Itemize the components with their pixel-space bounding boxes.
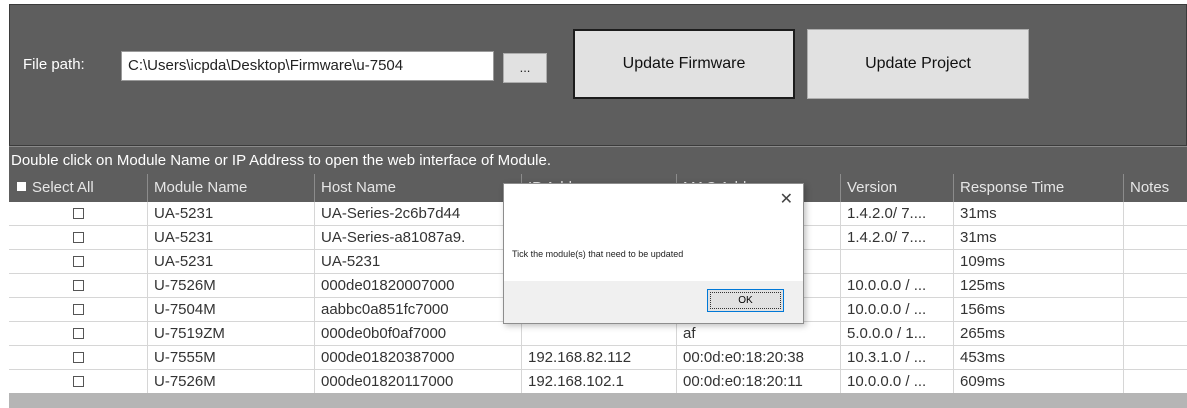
cell-module-name[interactable]: UA-5231 bbox=[147, 202, 314, 226]
cell-select bbox=[9, 274, 147, 298]
cell-ip-address[interactable]: 192.168.82.112 bbox=[521, 346, 676, 370]
select-all-checkbox[interactable] bbox=[17, 182, 26, 191]
status-bar bbox=[9, 393, 1187, 408]
dialog-message: Tick the module(s) that need to be updat… bbox=[512, 249, 684, 259]
cell-host-name: UA-5231 bbox=[314, 250, 521, 274]
row-checkbox[interactable] bbox=[72, 232, 84, 243]
table-row[interactable]: U-7526M 000de01820117000 192.168.102.1 00:0… bbox=[9, 370, 1187, 394]
table-row[interactable]: U-7519ZM 000de0b0f0af7000 af 5.0.0.0 / 1...… bbox=[9, 322, 1187, 346]
cell-version: 10.0.0.0 / ... bbox=[840, 274, 953, 298]
close-icon[interactable]: ✕ bbox=[780, 189, 793, 209]
cell-response-time: 125ms bbox=[953, 274, 1123, 298]
row-checkbox[interactable] bbox=[72, 328, 84, 339]
cell-notes bbox=[1123, 346, 1187, 370]
cell-module-name[interactable]: U-7504M bbox=[147, 298, 314, 322]
ok-button[interactable]: OK bbox=[707, 289, 784, 312]
cell-notes bbox=[1123, 274, 1187, 298]
update-project-button[interactable]: Update Project bbox=[807, 29, 1029, 99]
cell-notes bbox=[1123, 370, 1187, 394]
cell-version: 5.0.0.0 / 1... bbox=[840, 322, 953, 346]
cell-module-name[interactable]: U-7526M bbox=[147, 274, 314, 298]
row-checkbox[interactable] bbox=[72, 304, 84, 315]
row-checkbox[interactable] bbox=[72, 376, 84, 387]
file-path-label: File path: bbox=[23, 56, 85, 73]
col-response-time[interactable]: Response Time bbox=[953, 174, 1123, 202]
cell-response-time: 609ms bbox=[953, 370, 1123, 394]
cell-select bbox=[9, 298, 147, 322]
cell-notes bbox=[1123, 298, 1187, 322]
cell-host-name: 000de0b0f0af7000 bbox=[314, 322, 521, 346]
cell-host-name: UA-Series-2c6b7d44 bbox=[314, 202, 521, 226]
cell-select bbox=[9, 346, 147, 370]
cell-mac-address: 00:0d:e0:18:20:38 bbox=[676, 346, 840, 370]
cell-mac-address: af bbox=[676, 322, 840, 346]
cell-module-name[interactable]: U-7519ZM bbox=[147, 322, 314, 346]
cell-version: 1.4.2.0/ 7.... bbox=[840, 202, 953, 226]
cell-module-name[interactable]: U-7555M bbox=[147, 346, 314, 370]
cell-host-name: UA-Series-a81087a9. bbox=[314, 226, 521, 250]
cell-response-time: 265ms bbox=[953, 322, 1123, 346]
cell-notes bbox=[1123, 226, 1187, 250]
message-dialog: ✕ Tick the module(s) that need to be upd… bbox=[503, 183, 804, 324]
file-path-input[interactable]: C:\Users\icpda\Desktop\Firmware\u-7504 bbox=[121, 51, 494, 81]
table-row[interactable]: U-7555M 000de01820387000 192.168.82.112 00:… bbox=[9, 346, 1187, 370]
dialog-footer: OK bbox=[504, 281, 803, 323]
cell-version: 10.0.0.0 / ... bbox=[840, 298, 953, 322]
cell-response-time: 109ms bbox=[953, 250, 1123, 274]
cell-module-name[interactable]: UA-5231 bbox=[147, 250, 314, 274]
cell-version: 1.4.2.0/ 7.... bbox=[840, 226, 953, 250]
cell-response-time: 156ms bbox=[953, 298, 1123, 322]
cell-notes bbox=[1123, 202, 1187, 226]
cell-version bbox=[840, 250, 953, 274]
col-host-name[interactable]: Host Name bbox=[314, 174, 521, 202]
instruction-text: Double click on Module Name or IP Addres… bbox=[9, 146, 1187, 174]
browse-button[interactable]: ... bbox=[503, 53, 547, 83]
cell-ip-address[interactable]: 192.168.102.1 bbox=[521, 370, 676, 394]
select-all-header[interactable]: Select All bbox=[9, 174, 147, 202]
cell-ip-address[interactable] bbox=[521, 322, 676, 346]
select-all-label: Select All bbox=[32, 179, 94, 196]
cell-response-time: 31ms bbox=[953, 202, 1123, 226]
cell-version: 10.3.1.0 / ... bbox=[840, 346, 953, 370]
row-checkbox[interactable] bbox=[72, 208, 84, 219]
cell-notes bbox=[1123, 250, 1187, 274]
row-checkbox[interactable] bbox=[72, 280, 84, 291]
cell-select bbox=[9, 226, 147, 250]
row-checkbox[interactable] bbox=[72, 256, 84, 267]
col-notes[interactable]: Notes bbox=[1123, 174, 1187, 202]
cell-host-name: 000de01820387000 bbox=[314, 346, 521, 370]
col-module-name[interactable]: Module Name bbox=[147, 174, 314, 202]
cell-mac-address: 00:0d:e0:18:20:11 bbox=[676, 370, 840, 394]
row-checkbox[interactable] bbox=[72, 352, 84, 363]
update-firmware-button[interactable]: Update Firmware bbox=[573, 29, 795, 99]
cell-response-time: 453ms bbox=[953, 346, 1123, 370]
firmware-updater-window: File path: C:\Users\icpda\Desktop\Firmwa… bbox=[0, 0, 1187, 408]
col-version[interactable]: Version bbox=[840, 174, 953, 202]
cell-host-name: 000de01820007000 bbox=[314, 274, 521, 298]
cell-select bbox=[9, 250, 147, 274]
cell-host-name: 000de01820117000 bbox=[314, 370, 521, 394]
cell-version: 10.0.0.0 / ... bbox=[840, 370, 953, 394]
cell-notes bbox=[1123, 322, 1187, 346]
toolbar-panel: File path: C:\Users\icpda\Desktop\Firmwa… bbox=[9, 4, 1187, 146]
cell-select bbox=[9, 322, 147, 346]
cell-response-time: 31ms bbox=[953, 226, 1123, 250]
cell-host-name: aabbc0a851fc7000 bbox=[314, 298, 521, 322]
cell-select bbox=[9, 370, 147, 394]
cell-module-name[interactable]: U-7526M bbox=[147, 370, 314, 394]
cell-module-name[interactable]: UA-5231 bbox=[147, 226, 314, 250]
cell-select bbox=[9, 202, 147, 226]
